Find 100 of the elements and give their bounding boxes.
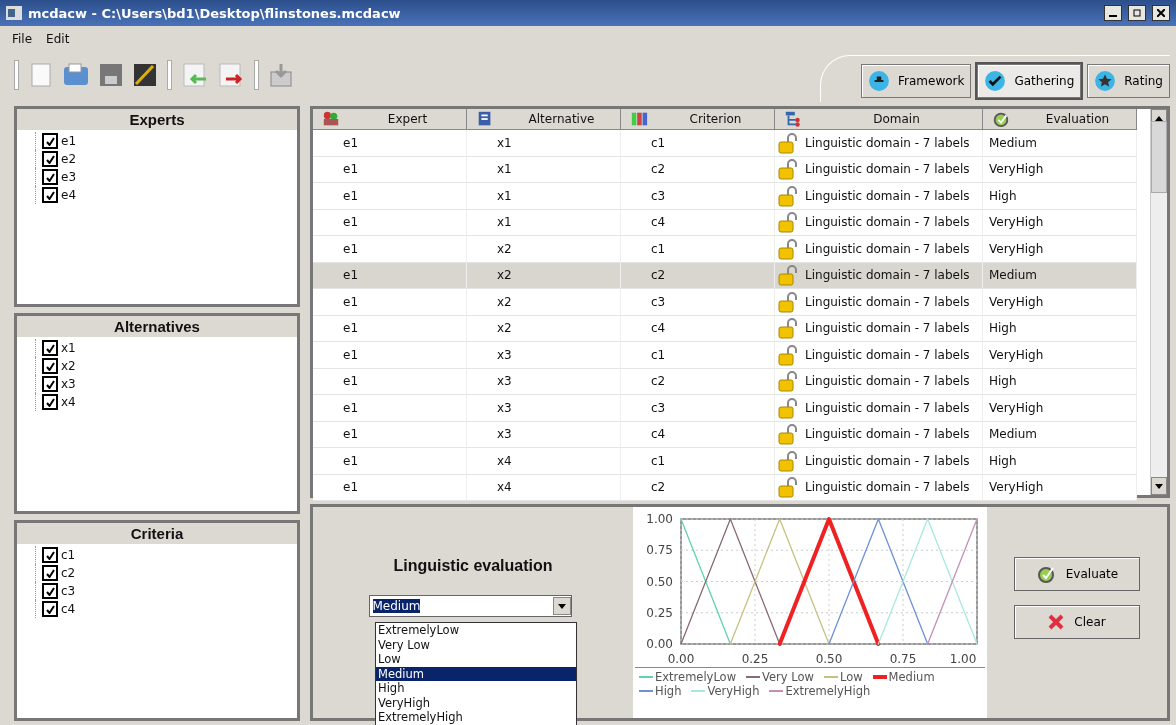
column-header[interactable]: Criterion (621, 109, 775, 130)
padlock-icon (777, 317, 799, 340)
checkbox[interactable] (42, 547, 58, 563)
table-cell: e1 (313, 183, 467, 210)
padlock-icon (777, 211, 799, 234)
down-arrow-icon (1155, 483, 1163, 489)
tree-item-label: c1 (61, 548, 76, 562)
padlock-icon (777, 423, 799, 446)
menu-item[interactable]: File (12, 32, 33, 46)
table-cell: c3 (621, 395, 775, 422)
menu-item[interactable]: Edit (46, 32, 70, 46)
mode-tab[interactable]: Framework (861, 64, 972, 98)
checkmark-icon (984, 70, 1007, 92)
close-button[interactable] (1152, 5, 1170, 21)
columns-icon (629, 110, 649, 128)
legend-label: Low (839, 670, 863, 684)
panel-title: Criteria (17, 523, 297, 544)
column-header[interactable]: Evaluation (983, 109, 1137, 130)
table-cell: e1 (313, 262, 467, 289)
table-cell: e1 (313, 342, 467, 369)
close-icon (1157, 8, 1165, 17)
table-cell: e1 (313, 448, 467, 475)
table-cell: VeryHigh (983, 395, 1137, 422)
table-cell: x2 (467, 315, 621, 342)
padlock-icon (777, 396, 799, 419)
legend-label: VeryHigh (707, 684, 760, 698)
table-cell: x3 (467, 395, 621, 422)
checkbox[interactable] (42, 601, 58, 617)
column-header[interactable]: Alternative (467, 109, 621, 130)
table-cell: High (983, 448, 1137, 475)
evaluate-button[interactable]: Evaluate (1014, 556, 1140, 591)
checkbox[interactable] (42, 187, 58, 203)
table-cell: VeryHigh (983, 156, 1137, 183)
table-cell: Linguistic domain - 7 labels (775, 236, 983, 263)
table-cell: x1 (467, 183, 621, 210)
hierarchy-icon (783, 110, 803, 128)
padlock-icon (777, 343, 799, 366)
clear-button[interactable]: Clear (1014, 604, 1140, 639)
scrollbar-thumb[interactable] (1151, 121, 1167, 193)
y-tick-label: 0.75 (646, 543, 673, 558)
padlock-icon (777, 290, 799, 313)
table-cell: Linguistic domain - 7 labels (775, 315, 983, 342)
y-tick-label: 0.25 (646, 605, 673, 620)
table-cell: x1 (467, 130, 621, 157)
target-check-icon (991, 110, 1011, 128)
legend-label: Medium (888, 670, 935, 684)
legend-label: High (655, 684, 682, 698)
table-cell: Medium (983, 421, 1137, 448)
tree-item-label: e4 (61, 188, 77, 202)
minimize-icon (1109, 14, 1117, 17)
checkbox[interactable] (42, 133, 58, 149)
checkbox[interactable] (42, 358, 58, 374)
table-cell: c3 (621, 289, 775, 316)
table-cell: c1 (621, 342, 775, 369)
tree-item-label: e2 (61, 152, 77, 166)
table-cell: x2 (467, 236, 621, 263)
table-cell: Linguistic domain - 7 labels (775, 262, 983, 289)
tree-item-label: x2 (61, 359, 76, 373)
mode-tab[interactable]: Rating (1087, 64, 1170, 98)
evaluation-dropdown[interactable]: Medium (368, 595, 572, 617)
x-tick-label: 1.00 (949, 652, 977, 666)
padlock-icon (777, 237, 799, 260)
column-header[interactable]: Domain (775, 109, 983, 130)
checkbox[interactable] (42, 583, 58, 599)
column-header[interactable]: Expert (313, 109, 467, 130)
table-cell: VeryHigh (983, 236, 1137, 263)
open-folder-icon[interactable] (63, 63, 89, 87)
checkbox[interactable] (42, 376, 58, 392)
table-cell: c2 (621, 156, 775, 183)
maximize-button[interactable] (1128, 5, 1146, 21)
save-as-icon[interactable] (133, 63, 157, 87)
table-cell: c1 (621, 130, 775, 157)
people-icon (321, 110, 341, 128)
checkbox[interactable] (42, 340, 58, 356)
app-icon (6, 6, 22, 20)
checkbox[interactable] (42, 169, 58, 185)
y-tick-label: 1.00 (646, 512, 673, 526)
table-cell: x3 (467, 342, 621, 369)
spreadsheet-export-icon[interactable] (218, 63, 244, 87)
padlock-icon (777, 476, 799, 499)
table-cell: High (983, 368, 1137, 395)
table-cell: c2 (621, 368, 775, 395)
padlock-icon (777, 158, 799, 181)
save-icon[interactable] (99, 63, 123, 87)
table-cell: x1 (467, 209, 621, 236)
padlock-icon (777, 184, 799, 207)
checkbox[interactable] (42, 151, 58, 167)
table-cell: Linguistic domain - 7 labels (775, 156, 983, 183)
table-cell: c4 (621, 315, 775, 342)
cross-icon (1048, 613, 1065, 630)
scrollbar[interactable] (1150, 109, 1167, 495)
table-cell: e1 (313, 421, 467, 448)
tree-item-label: e1 (61, 134, 77, 148)
minimize-button[interactable] (1104, 5, 1122, 21)
x-tick-label: 0.50 (815, 652, 843, 666)
mode-tab[interactable]: Gathering (977, 64, 1082, 98)
checkbox[interactable] (42, 565, 58, 581)
checkbox[interactable] (42, 394, 58, 410)
section-title: Linguistic evaluation (393, 557, 553, 575)
x-tick-label: 0.75 (889, 652, 917, 666)
